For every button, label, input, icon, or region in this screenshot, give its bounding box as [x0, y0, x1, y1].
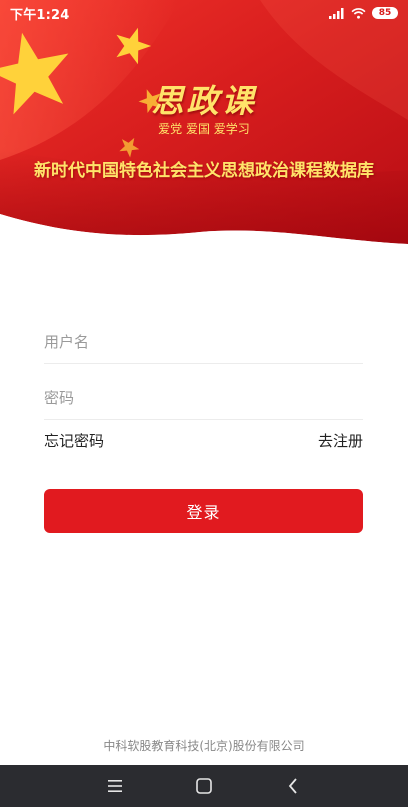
back-button[interactable] — [278, 771, 308, 801]
login-button[interactable]: 登录 — [44, 489, 363, 533]
menu-icon — [107, 780, 122, 792]
battery-icon: 85 — [372, 7, 398, 19]
brand-slogan: 爱党 爱国 爱学习 — [158, 122, 250, 136]
signal-icon — [329, 7, 344, 19]
username-input[interactable] — [44, 320, 363, 363]
status-indicators: 85 — [329, 7, 398, 19]
home-button[interactable] — [189, 771, 219, 801]
wifi-icon — [351, 7, 366, 19]
register-link[interactable]: 去注册 — [318, 430, 363, 451]
username-field — [44, 320, 363, 364]
company-footer: 中科软股教育科技(北京)股份有限公司 — [103, 739, 305, 753]
small-star-icon — [119, 137, 140, 158]
forgot-password-link[interactable]: 忘记密码 — [44, 430, 104, 451]
account-links: 忘记密码 去注册 — [44, 428, 363, 452]
status-bar: 下午1:24 85 — [0, 0, 408, 26]
brand-subtitle: 新时代中国特色社会主义思想政治课程数据库 — [34, 161, 374, 181]
password-input[interactable] — [44, 376, 363, 419]
password-field — [44, 376, 363, 420]
status-time: 下午1:24 — [10, 7, 70, 23]
brand-title: 思政课 — [151, 82, 257, 120]
system-nav-bar — [0, 765, 408, 807]
back-icon — [289, 778, 297, 794]
menu-button[interactable] — [100, 771, 130, 801]
home-icon — [196, 778, 212, 794]
small-star-icon — [116, 27, 152, 65]
